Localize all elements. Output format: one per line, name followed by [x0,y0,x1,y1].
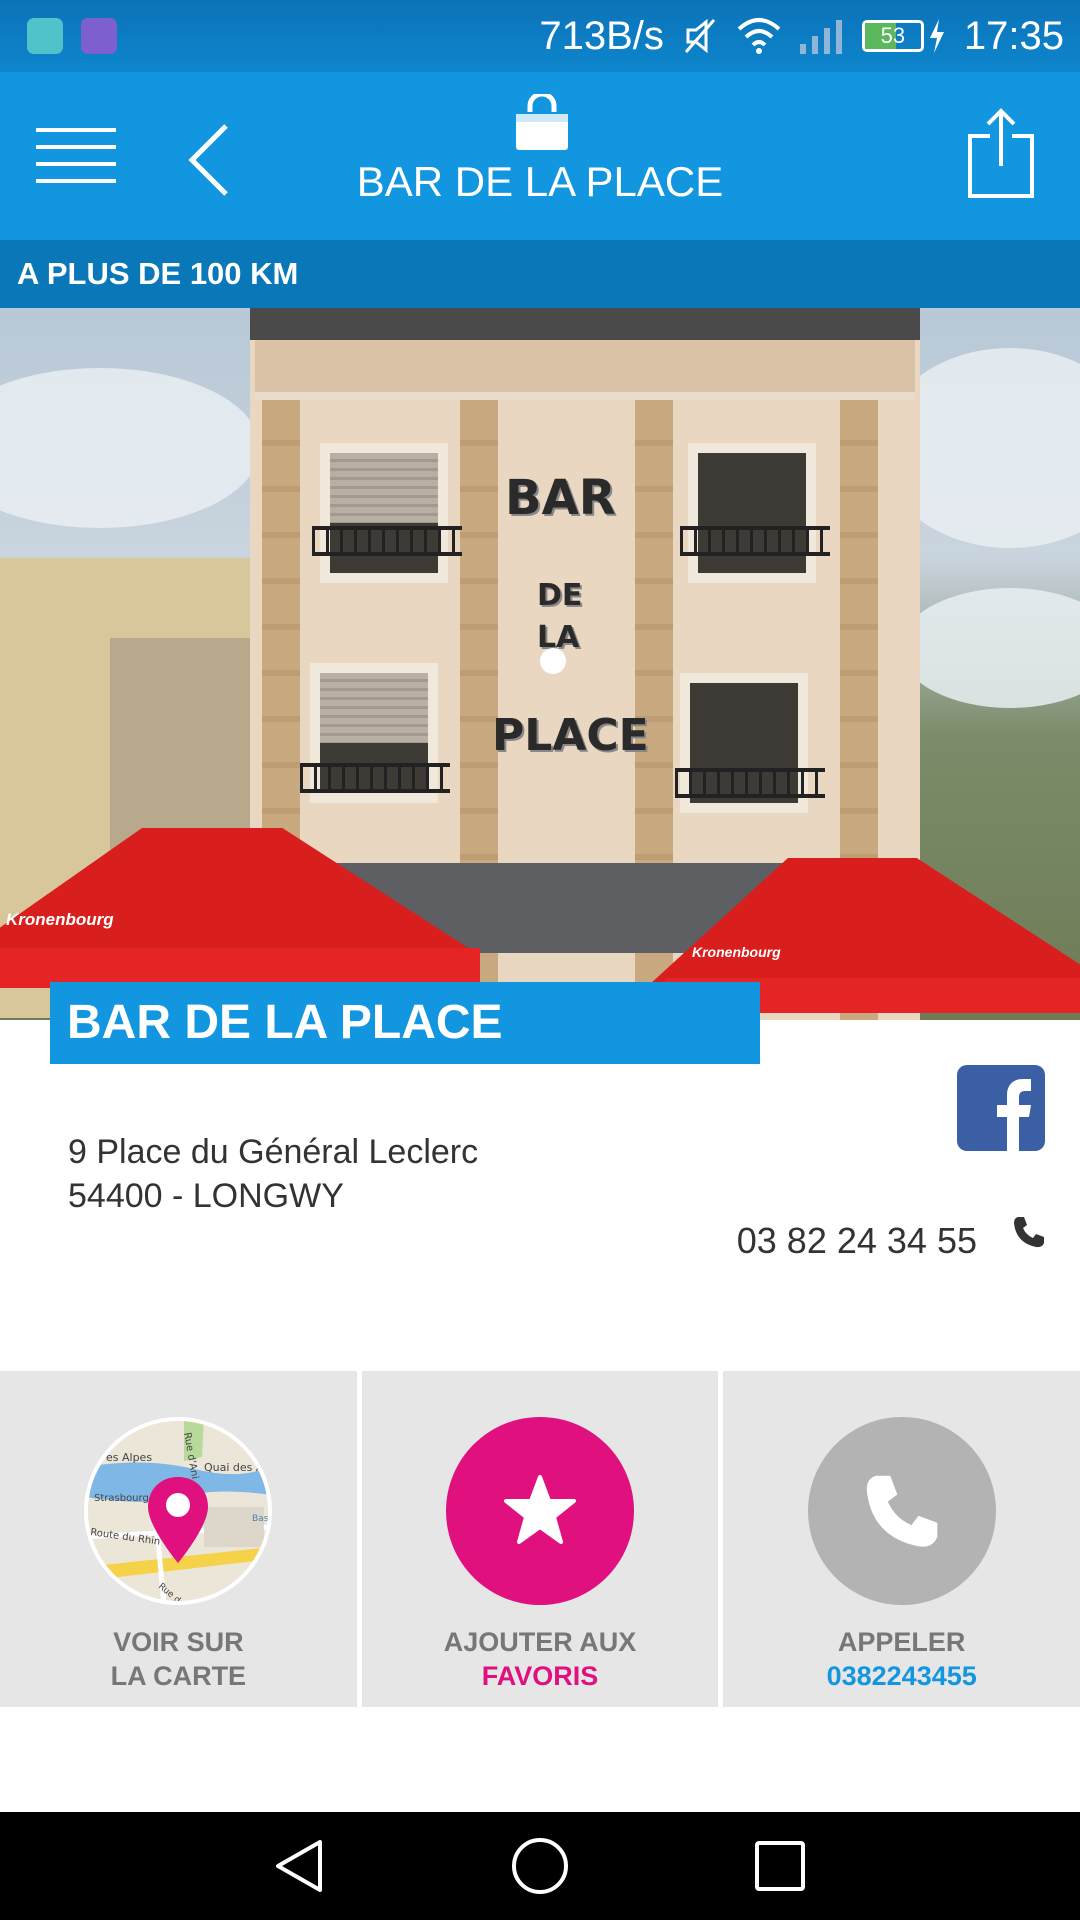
venue-photo[interactable]: BAR DE LA PLACE Kronenbourg Kronenbourg [0,308,1080,1020]
nav-back-icon[interactable] [270,1836,330,1896]
mute-icon [684,18,716,54]
favorite-circle [446,1417,634,1605]
map-label-line1: VOIR SUR [113,1627,244,1657]
back-arrow-icon[interactable] [182,120,242,200]
view-map-button[interactable]: Rue d'Ani Quai des Alp es Alpes Strasbou… [0,1371,357,1707]
map-label-3: es Alpes [106,1451,152,1464]
network-speed: 713B/s [539,13,664,58]
star-icon [504,1475,576,1544]
status-bar: 713B/s 53 17:35 [0,0,1080,72]
venue-address: 9 Place du Général Leclerc 54400 - LONGW… [68,1130,478,1218]
menu-icon[interactable] [36,128,116,186]
address-city: 54400 - LONGWY [68,1177,344,1215]
nav-home-icon[interactable] [510,1836,570,1896]
call-label-number: 0382243455 [826,1661,977,1691]
carousel-dot[interactable] [540,648,566,674]
clock: 17:35 [963,13,1064,58]
sign-place: PLACE [492,710,649,761]
share-icon[interactable] [966,108,1036,198]
sign-de: DE [537,578,583,613]
umbrella-brand-right: Kronenbourg [692,944,781,960]
android-notification-icon [27,18,63,54]
add-favorites-button[interactable]: AJOUTER AUX FAVORIS [361,1371,719,1707]
address-street: 9 Place du Général Leclerc [68,1133,479,1171]
call-button[interactable]: APPELER 0382243455 [723,1371,1080,1707]
action-tiles: Rue d'Ani Quai des Alp es Alpes Strasbou… [0,1371,1080,1707]
charging-icon [929,19,944,53]
venue-name: BAR DE LA PLACE [50,982,760,1064]
map-label-2: Quai des Alp [204,1461,272,1474]
phone-number[interactable]: 03 82 24 34 55 [737,1220,977,1262]
favorites-label-line1: AJOUTER AUX [443,1627,637,1657]
app-bar: BAR DE LA PLACE [0,72,1080,240]
umbrella-brand-left: Kronenbourg [6,910,114,929]
wifi-icon [737,18,781,54]
battery-icon: 53 [861,20,924,52]
favorites-label-line2: FAVORIS [481,1661,599,1691]
signal-icon [799,20,842,54]
map-label-6: Bassi [252,1514,272,1524]
call-label-line1: APPELER [837,1627,966,1657]
map-pin-icon [148,1477,209,1563]
nav-recents-icon[interactable] [750,1836,810,1896]
shopping-bag-icon [516,94,568,150]
distance-label: A PLUS DE 100 KM [0,240,1080,308]
map-label-4: Strasbourg [94,1493,149,1504]
map-thumbnail: Rue d'Ani Quai des Alp es Alpes Strasbou… [84,1417,273,1605]
call-circle [807,1417,996,1605]
gallery-notification-icon [81,18,117,54]
map-label-line2: LA CARTE [110,1661,247,1691]
phone-call-icon [866,1475,937,1547]
phone-icon[interactable] [1012,1215,1046,1249]
sign-bar: BAR [505,470,616,526]
navigation-bar [0,1812,1080,1920]
page-title: BAR DE LA PLACE [356,158,724,205]
facebook-icon[interactable] [957,1065,1045,1151]
